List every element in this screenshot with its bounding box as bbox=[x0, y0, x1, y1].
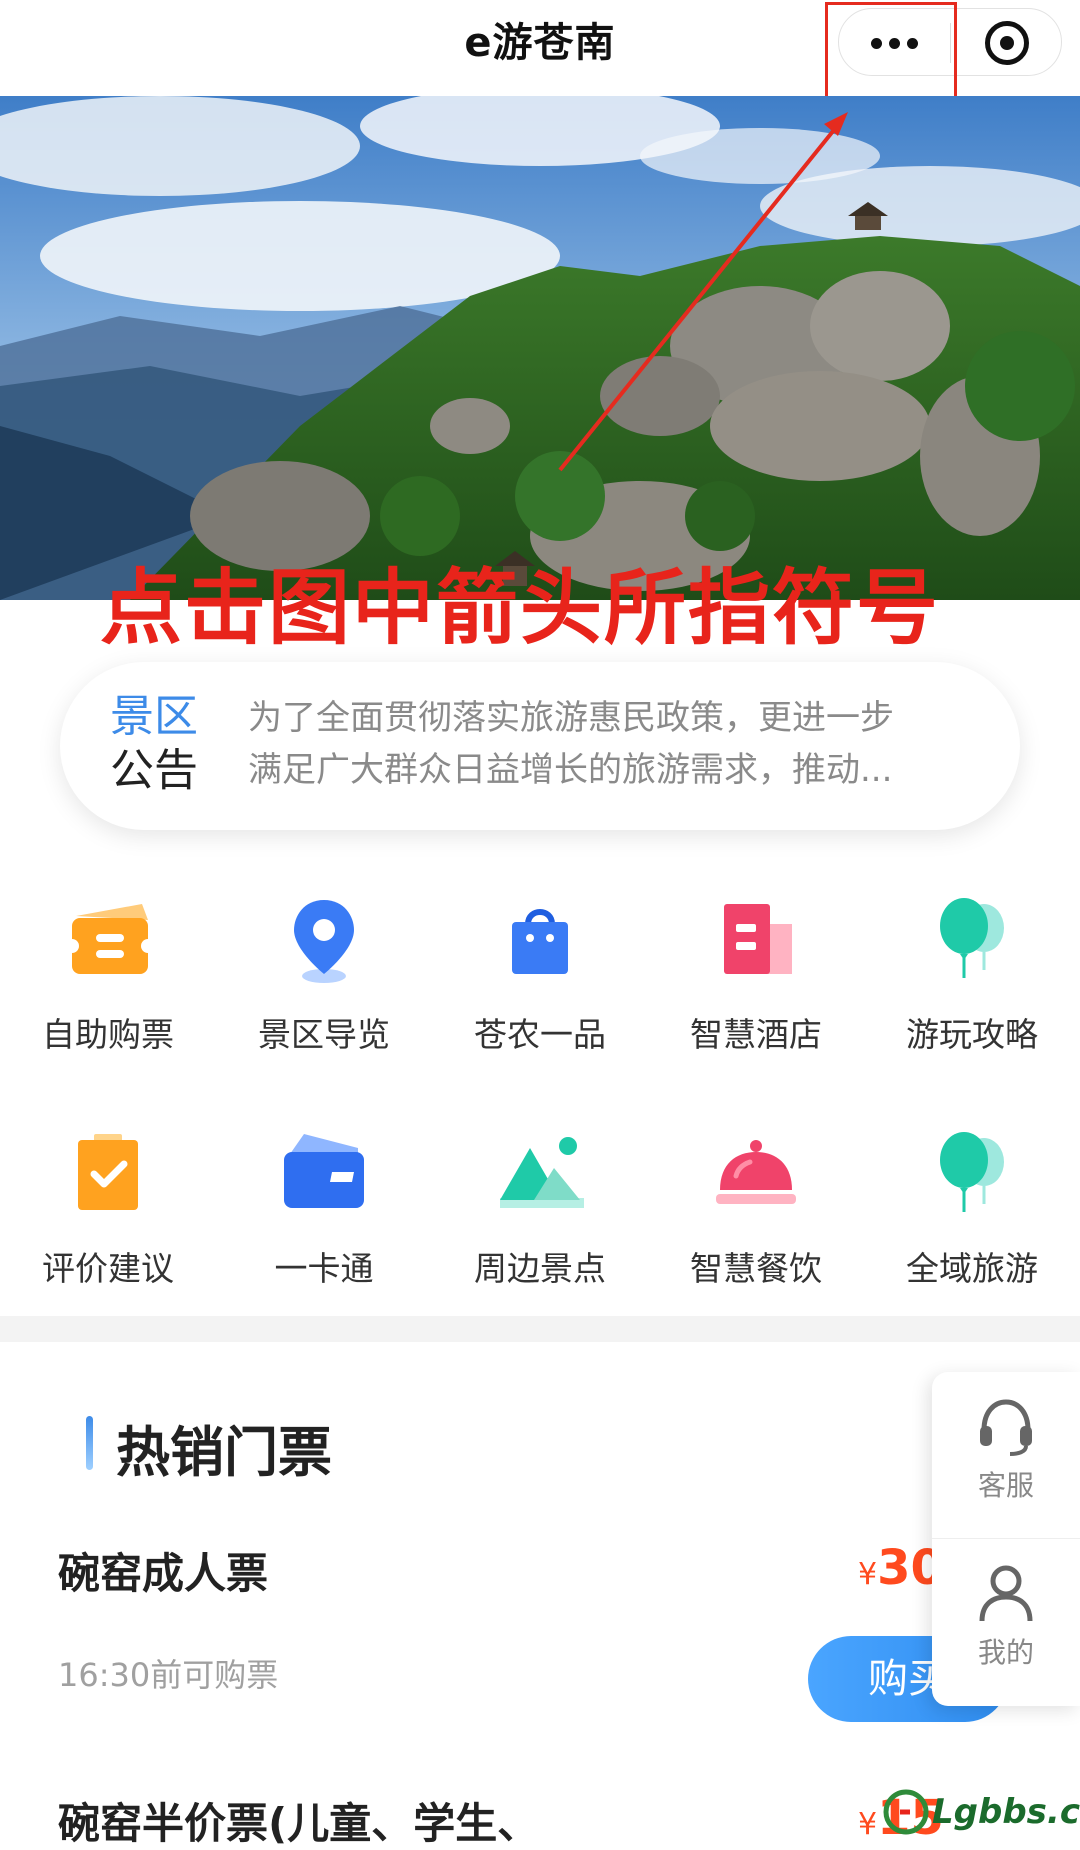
annotation-instruction: 点击图中箭头所指符号 bbox=[100, 561, 941, 656]
grid-label: 游玩攻略 bbox=[906, 1015, 1038, 1054]
float-label: 我的 bbox=[977, 1636, 1034, 1669]
close-mini-program-button[interactable] bbox=[951, 9, 1062, 77]
mountain-icon bbox=[500, 1137, 584, 1208]
grid-label: 评价建议 bbox=[42, 1249, 174, 1288]
nav-bar: e游苍南 bbox=[0, 0, 1080, 100]
ticket-price: ¥30 bbox=[858, 1540, 944, 1596]
ticket-item[interactable]: 碗窑半价票(儿童、学生、 ¥15 bbox=[58, 1790, 1018, 1850]
wallet-card-icon bbox=[284, 1134, 364, 1208]
notice-text-line1: 为了全面贯彻落实旅游惠民政策，更进一步 bbox=[248, 698, 894, 738]
site-watermark: Lgbbs.cn bbox=[880, 1780, 1080, 1844]
section-accent-bar bbox=[86, 1416, 93, 1470]
grid-label: 一卡通 bbox=[274, 1249, 374, 1288]
grid-label: 智慧酒店 bbox=[690, 1015, 822, 1054]
balloon-icon bbox=[940, 898, 1004, 978]
grid-label: 智慧餐饮 bbox=[690, 1249, 822, 1288]
grid-item-global-tourism[interactable]: 全域旅游 bbox=[864, 1124, 1080, 1290]
notice-text-line2: 满足广大群众日益增长的旅游需求，推动... bbox=[248, 750, 893, 790]
customer-service-button[interactable]: 客服 bbox=[932, 1372, 1080, 1538]
shopping-bag-icon bbox=[512, 909, 568, 974]
banner-image[interactable] bbox=[0, 96, 1080, 600]
watermark-text: Lgbbs.cn bbox=[932, 1792, 1080, 1832]
hotel-icon bbox=[724, 904, 792, 974]
user-icon bbox=[979, 1565, 1033, 1622]
watermark-logo-icon bbox=[883, 1789, 929, 1835]
dish-cover-icon bbox=[716, 1140, 796, 1204]
notice-tag-line2: 公告 bbox=[110, 745, 198, 796]
my-profile-button[interactable]: 我的 bbox=[932, 1539, 1080, 1705]
currency-symbol: ¥ bbox=[858, 1557, 878, 1592]
section-title: 热销门票 bbox=[116, 1421, 332, 1484]
grid-label: 全域旅游 bbox=[906, 1249, 1038, 1288]
grid-item-feedback[interactable]: 评价建议 bbox=[0, 1124, 216, 1290]
section-divider bbox=[0, 1316, 1080, 1342]
ticket-icon bbox=[65, 904, 155, 974]
grid-item-smart-hotel[interactable]: 智慧酒店 bbox=[648, 890, 864, 1056]
grid-item-local-produce[interactable]: 苍农一品 bbox=[432, 890, 648, 1056]
balloon-icon bbox=[940, 1132, 1004, 1212]
annotation-highlight-box bbox=[825, 2, 957, 100]
notice-tag: 景区 公告 bbox=[110, 690, 210, 798]
target-icon bbox=[984, 21, 1029, 65]
grid-label: 自助购票 bbox=[42, 1015, 174, 1054]
ticket-time: 16:30前可购票 bbox=[58, 1656, 279, 1694]
grid-item-scenic-guide[interactable]: 景区导览 bbox=[216, 890, 432, 1056]
notice-tag-line1: 景区 bbox=[110, 691, 198, 742]
grid-item-self-ticket[interactable]: 自助购票 bbox=[0, 890, 216, 1056]
grid-item-one-card[interactable]: 一卡通 bbox=[216, 1124, 432, 1290]
map-pin-icon bbox=[294, 900, 354, 983]
floating-side-panel: 客服 我的 bbox=[932, 1372, 1080, 1706]
notice-text: 为了全面贯彻落实旅游惠民政策，更进一步 满足广大群众日益增长的旅游需求，推动..… bbox=[248, 692, 1008, 796]
grid-label: 周边景点 bbox=[474, 1249, 606, 1288]
ticket-item[interactable]: 碗窑成人票 16:30前可购票 ¥30 购买 bbox=[58, 1540, 1018, 1722]
mountain-landscape-image bbox=[0, 96, 1080, 600]
clipboard-check-icon bbox=[78, 1134, 138, 1210]
grid-label: 景区导览 bbox=[258, 1015, 390, 1054]
notice-card[interactable]: 景区 公告 为了全面贯彻落实旅游惠民政策，更进一步 满足广大群众日益增长的旅游需… bbox=[60, 662, 1020, 830]
float-label: 客服 bbox=[977, 1469, 1034, 1502]
grid-label: 苍农一品 bbox=[474, 1015, 606, 1054]
grid-item-travel-guide[interactable]: 游玩攻略 bbox=[864, 890, 1080, 1056]
currency-symbol: ¥ bbox=[858, 1807, 878, 1842]
headset-icon bbox=[980, 1399, 1032, 1456]
grid-item-smart-dining[interactable]: 智慧餐饮 bbox=[648, 1124, 864, 1290]
grid-item-nearby-sights[interactable]: 周边景点 bbox=[432, 1124, 648, 1290]
